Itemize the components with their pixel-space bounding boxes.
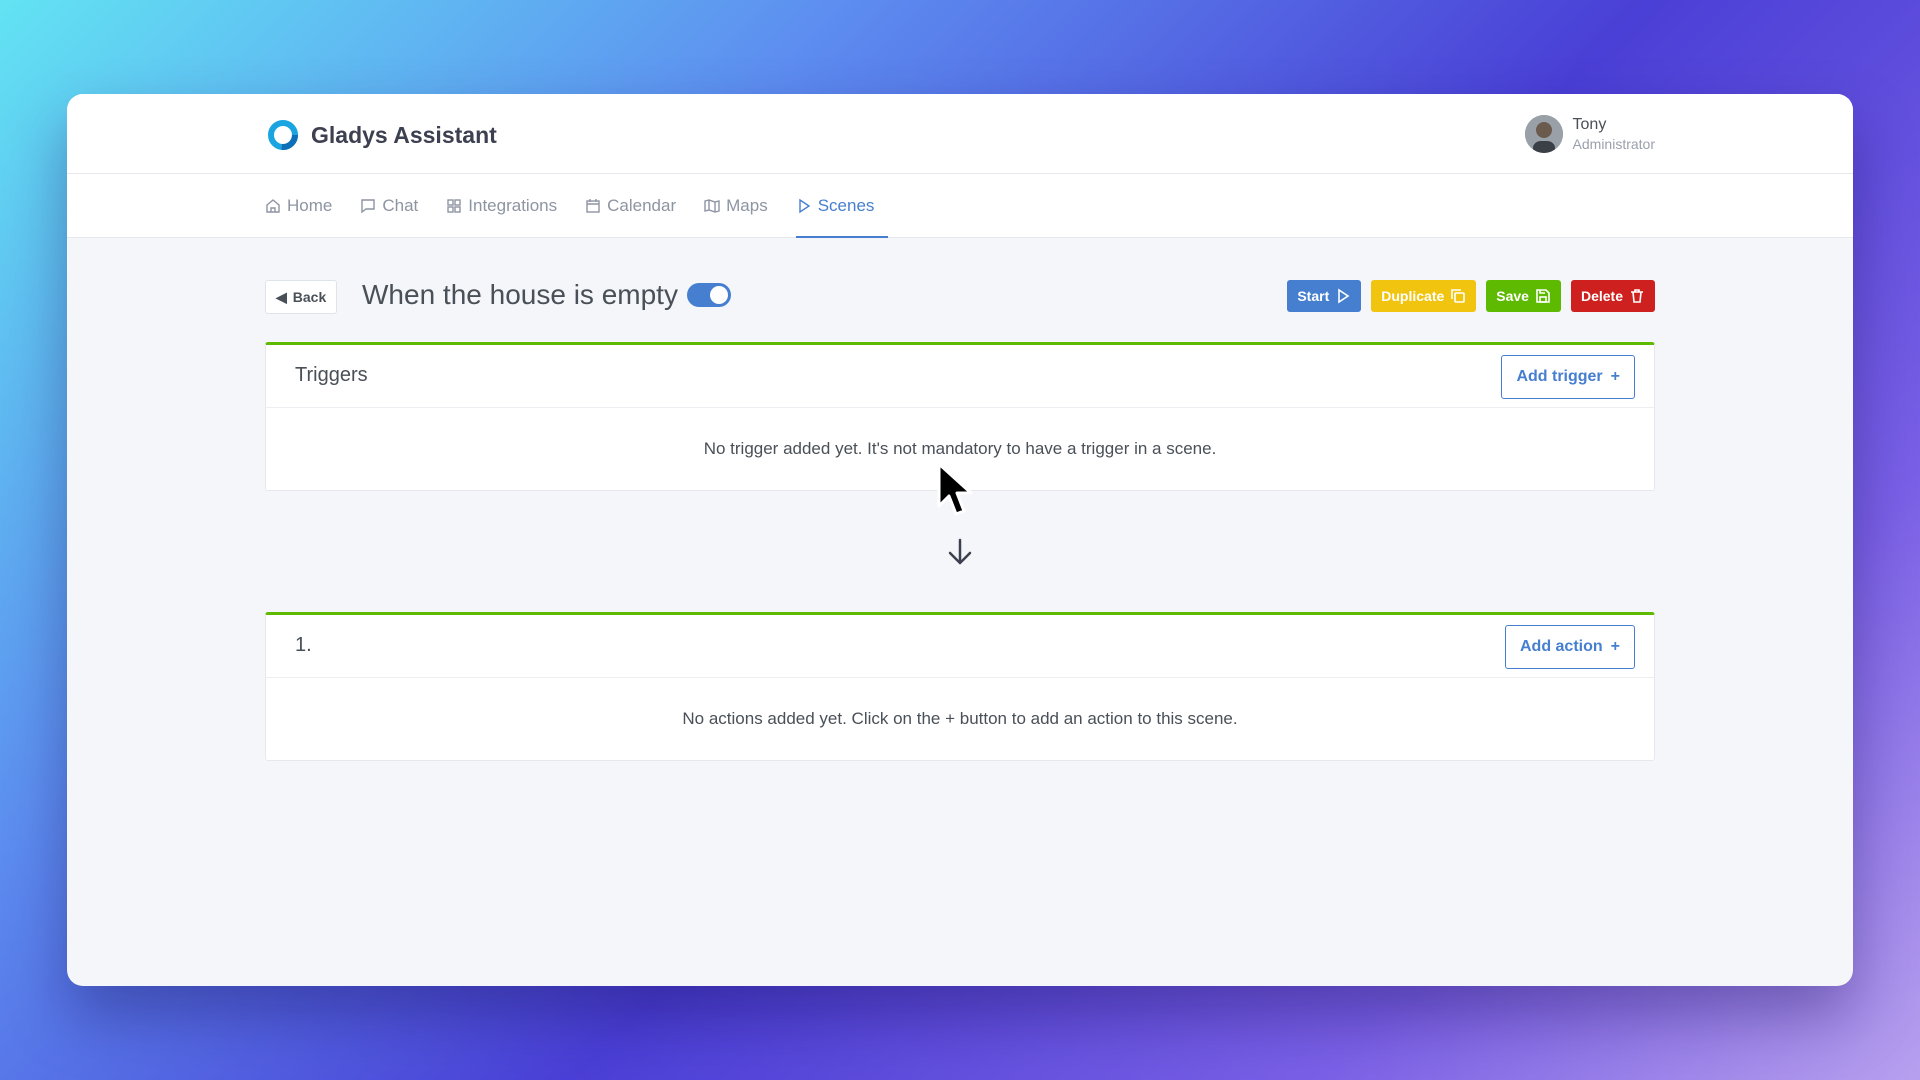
start-label: Start: [1297, 288, 1330, 304]
nav-item-scenes[interactable]: Scenes: [795, 174, 889, 238]
calendar-icon: [586, 198, 600, 213]
action-group-number: 1.: [295, 634, 312, 656]
triggers-card-header: Triggers Add trigger +: [266, 345, 1654, 408]
plus-icon: +: [1610, 368, 1620, 385]
nav-label-chat: Chat: [382, 195, 419, 215]
back-label: Back: [292, 289, 327, 305]
app-window: Gladys Assistant Tony Administrator Home: [67, 94, 1853, 986]
delete-label: Delete: [1580, 288, 1623, 304]
user-avatar-icon: [1524, 115, 1563, 153]
scene-header: ◀ Back When the house is empty Start Dup…: [265, 274, 1655, 318]
delete-button[interactable]: Delete: [1570, 280, 1655, 312]
user-menu[interactable]: Tony Administrator: [1524, 115, 1655, 153]
plus-icon: +: [1610, 638, 1620, 655]
duplicate-button[interactable]: Duplicate: [1371, 280, 1477, 312]
triggers-title: Triggers: [295, 364, 368, 386]
save-button[interactable]: Save: [1486, 280, 1561, 312]
play-icon: [799, 198, 810, 213]
nav-label-calendar: Calendar: [607, 195, 677, 215]
nav-label-maps: Maps: [726, 195, 768, 215]
nav-item-home[interactable]: Home: [265, 174, 346, 237]
home-icon: [266, 198, 280, 213]
actions-card-header: 1. Add action +: [266, 615, 1654, 678]
user-name: Tony: [1572, 116, 1607, 133]
actions-empty-text: No actions added yet. Click on the + but…: [682, 709, 1238, 728]
gladys-logo-icon: [268, 120, 298, 150]
actions-card: 1. Add action + No actions added yet. Cl…: [265, 612, 1655, 761]
nav-item-chat[interactable]: Chat: [360, 174, 432, 237]
scene-actions: Start Duplicate Save Delete: [1287, 280, 1655, 312]
chat-icon: [361, 198, 376, 213]
brand-name: Gladys Assistant: [311, 121, 497, 148]
nav-label-home: Home: [287, 195, 333, 215]
copy-icon: [1451, 289, 1466, 303]
duplicate-label: Duplicate: [1381, 288, 1445, 304]
mouse-cursor-icon: [937, 462, 973, 516]
map-icon: [704, 198, 720, 213]
brand[interactable]: Gladys Assistant: [267, 119, 497, 151]
scene-enabled-toggle[interactable]: [687, 283, 731, 307]
add-action-label: Add action: [1519, 638, 1603, 655]
play-icon: [1338, 288, 1350, 304]
scene-title: When the house is empty: [362, 279, 678, 310]
add-trigger-label: Add trigger: [1516, 368, 1603, 385]
save-label: Save: [1496, 288, 1529, 304]
main-nav: Home Chat Integrations Calendar Maps Sce…: [67, 174, 1853, 238]
grid-icon: [447, 198, 461, 213]
nav-label-integrations: Integrations: [468, 195, 558, 215]
caret-left-icon: ◀: [276, 288, 287, 305]
nav-item-calendar[interactable]: Calendar: [585, 174, 690, 237]
add-action-button[interactable]: Add action +: [1504, 625, 1635, 669]
arrow-down-icon: [948, 538, 972, 565]
top-header: Gladys Assistant Tony Administrator: [67, 94, 1853, 174]
nav-item-maps[interactable]: Maps: [704, 174, 782, 237]
nav-label-scenes: Scenes: [817, 195, 875, 215]
avatar: [1524, 115, 1563, 153]
start-button[interactable]: Start: [1287, 280, 1362, 312]
nav-item-integrations[interactable]: Integrations: [446, 174, 571, 237]
back-button[interactable]: ◀ Back: [265, 280, 338, 314]
user-role: Administrator: [1572, 136, 1655, 152]
trash-icon: [1631, 289, 1643, 303]
add-trigger-button[interactable]: Add trigger +: [1501, 355, 1635, 399]
save-icon: [1536, 289, 1550, 303]
